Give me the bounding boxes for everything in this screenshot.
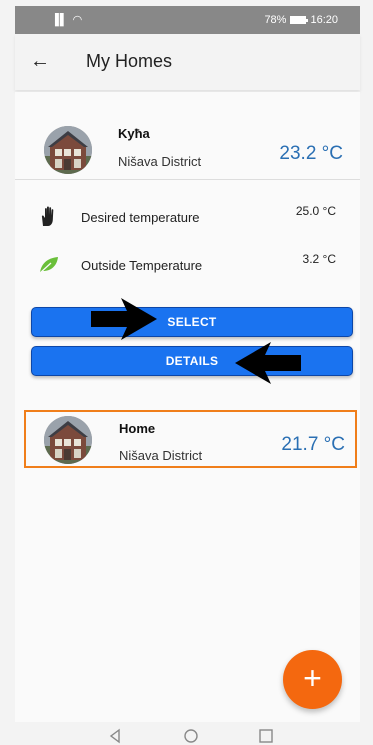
- outside-temperature-value: 3.2 °C: [302, 252, 336, 266]
- home-avatar: [44, 126, 92, 174]
- system-nav-bar: [15, 722, 360, 745]
- arrow-left-icon[interactable]: ←: [30, 50, 50, 73]
- home-avatar: [44, 416, 92, 464]
- nav-recents-icon[interactable]: [258, 728, 274, 744]
- add-home-button[interactable]: +: [283, 650, 342, 709]
- home-card-kyha[interactable]: Kyћa Nišava District 23.2 °C: [15, 116, 360, 180]
- arrow-right-icon: [91, 298, 157, 340]
- app-bar: ← My Homes: [15, 34, 360, 90]
- outside-temperature-row: Outside Temperature 3.2 °C: [15, 250, 360, 280]
- home-temperature: 21.7 °C: [281, 434, 345, 455]
- desired-temperature-row: Desired temperature 25.0 °C: [15, 202, 360, 232]
- arrow-left-icon: [235, 342, 301, 384]
- home-card-home[interactable]: Home Nišava District 21.7 °C: [24, 410, 357, 468]
- battery-icon: [290, 16, 309, 24]
- desired-temperature-label: Desired temperature: [81, 210, 200, 225]
- outside-temperature-label: Outside Temperature: [81, 258, 203, 273]
- home-name: Home: [119, 421, 156, 436]
- nav-home-icon[interactable]: [183, 728, 199, 744]
- select-button[interactable]: SELECT: [31, 307, 353, 337]
- nav-back-icon[interactable]: [107, 728, 123, 744]
- status-bar: ▐▌ ◠ 78% 16:20: [15, 6, 360, 34]
- clock-time: 16:20: [310, 14, 338, 26]
- signal-icon: ▐▌ ◠: [51, 14, 84, 26]
- home-district: Nišava District: [118, 154, 202, 169]
- plus-icon: +: [303, 660, 322, 696]
- homes-list: Kyћa Nišava District 23.2 °C Desired tem…: [15, 92, 360, 722]
- leaf-icon: [37, 252, 61, 276]
- home-temperature: 23.2 °C: [279, 143, 343, 164]
- home-district: Nišava District: [119, 448, 203, 463]
- desired-temperature-value: 25.0 °C: [295, 204, 336, 218]
- hand-icon: [37, 204, 61, 228]
- page-title: My Homes: [86, 51, 173, 71]
- home-name: Kyћa: [118, 126, 150, 141]
- battery-percent: 78%: [264, 14, 287, 26]
- details-button[interactable]: DETAILS: [31, 346, 353, 376]
